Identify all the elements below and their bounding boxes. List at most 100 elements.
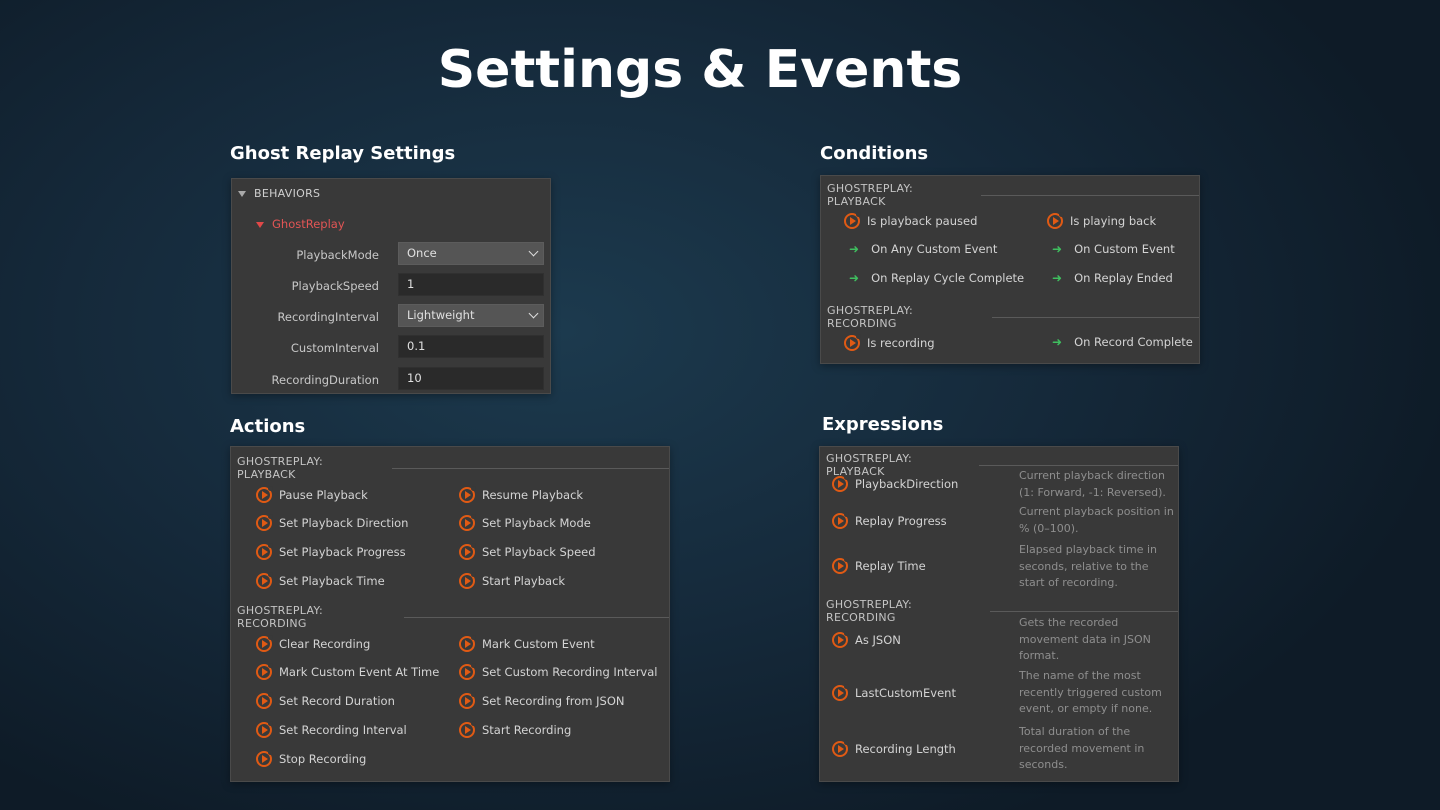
action-label: Set Playback Time	[279, 574, 385, 588]
group-heading-label: GHOSTREPLAY: RECORDING	[827, 304, 913, 330]
property-label: RecordingDuration	[271, 373, 379, 387]
action-item[interactable]: Pause Playback	[256, 486, 368, 503]
action-item[interactable]: Set Recording Interval	[256, 721, 407, 738]
group-heading-label: GHOSTREPLAY: PLAYBACK	[827, 182, 913, 208]
group-heading-label: GHOSTREPLAY: RECORDING	[826, 598, 912, 624]
replay-icon	[832, 512, 849, 529]
condition-item[interactable]: ➜ On Replay Ended	[1050, 271, 1173, 285]
playback-mode-select[interactable]: Once	[398, 242, 544, 265]
group-heading-label: GHOSTREPLAY: PLAYBACK	[826, 452, 912, 478]
action-label: Set Recording from JSON	[482, 694, 625, 708]
action-item[interactable]: Resume Playback	[459, 486, 583, 503]
settings-section-title: Ghost Replay Settings	[230, 143, 456, 164]
group-heading: GHOSTREPLAY: RECORDING	[827, 304, 1199, 330]
divider	[990, 610, 1178, 612]
condition-item[interactable]: ➜ On Custom Event	[1050, 242, 1175, 256]
replay-icon	[832, 684, 849, 701]
action-item[interactable]: Stop Recording	[256, 750, 367, 767]
trigger-arrow-icon: ➜	[1052, 335, 1063, 349]
replay-icon	[459, 543, 476, 560]
playback-speed-input[interactable]: 1	[398, 273, 544, 296]
replay-icon	[256, 750, 273, 767]
group-heading: GHOSTREPLAY: PLAYBACK	[827, 182, 1199, 208]
replay-icon	[844, 212, 861, 229]
action-item[interactable]: Set Record Duration	[256, 692, 395, 709]
select-value: Lightweight	[407, 308, 475, 322]
condition-label: On Replay Ended	[1074, 271, 1173, 285]
replay-icon	[256, 635, 273, 652]
action-label: Mark Custom Event At Time	[279, 665, 440, 679]
recording-interval-select[interactable]: Lightweight	[398, 304, 544, 327]
condition-item[interactable]: Is playing back	[1047, 212, 1156, 229]
expression-name: As JSON	[855, 633, 901, 647]
replay-icon	[832, 740, 849, 757]
condition-item[interactable]: ➜ On Record Complete	[1050, 335, 1193, 349]
property-label: PlaybackSpeed	[291, 279, 379, 293]
collapse-triangle-icon	[256, 221, 264, 228]
action-item[interactable]: Set Playback Speed	[459, 543, 596, 560]
behaviors-header[interactable]: BEHAVIORS	[238, 187, 320, 200]
replay-icon	[459, 692, 476, 709]
divider	[992, 316, 1199, 318]
divider	[979, 464, 1178, 466]
expression-name: Replay Progress	[855, 514, 947, 528]
condition-item[interactable]: ➜ On Any Custom Event	[847, 242, 997, 256]
behavior-ghostreplay-header[interactable]: GhostReplay	[256, 217, 345, 231]
replay-icon	[256, 692, 273, 709]
action-item[interactable]: Set Playback Mode	[459, 514, 591, 531]
trigger-arrow-icon: ➜	[849, 242, 860, 256]
replay-icon	[256, 663, 273, 680]
divider	[392, 467, 669, 469]
replay-icon	[256, 543, 273, 560]
replay-icon	[459, 486, 476, 503]
expression-item[interactable]: PlaybackDirection	[832, 475, 959, 492]
action-label: Set Custom Recording Interval	[482, 665, 658, 679]
settings-panel: BEHAVIORS GhostReplay PlaybackMode Once …	[231, 178, 551, 394]
expression-description: Current playback direction (1: Forward, …	[1019, 469, 1166, 499]
expression-description: Gets the recorded movement data in JSON …	[1019, 616, 1151, 662]
action-item[interactable]: Set Playback Direction	[256, 514, 408, 531]
custom-interval-input[interactable]: 0.1	[398, 335, 544, 358]
group-heading-label: GHOSTREPLAY: RECORDING	[237, 604, 323, 630]
condition-label: Is playback paused	[867, 214, 978, 228]
recording-duration-input[interactable]: 10	[398, 367, 544, 390]
action-item[interactable]: Clear Recording	[256, 635, 371, 652]
action-item[interactable]: Set Playback Time	[256, 572, 385, 589]
action-item[interactable]: Start Playback	[459, 572, 565, 589]
expression-item[interactable]: As JSON	[832, 631, 901, 648]
condition-label: On Any Custom Event	[871, 242, 998, 256]
expression-description: Elapsed playback time in seconds, relati…	[1019, 543, 1158, 589]
action-label: Set Record Duration	[279, 694, 395, 708]
expression-item[interactable]: Replay Progress	[832, 512, 947, 529]
replay-icon	[256, 486, 273, 503]
expression-description: The name of the most recently triggered …	[1019, 669, 1162, 715]
expression-name: Replay Time	[855, 559, 926, 573]
collapse-triangle-icon	[238, 191, 246, 197]
replay-icon	[459, 514, 476, 531]
divider	[403, 616, 669, 618]
page-title: Settings & Events	[437, 40, 963, 100]
expression-description: Total duration of the recorded movement …	[1019, 725, 1145, 771]
condition-label: On Custom Event	[1074, 242, 1175, 256]
action-label: Mark Custom Event	[482, 637, 595, 651]
action-label: Stop Recording	[279, 752, 367, 766]
expression-item[interactable]: Replay Time	[832, 557, 926, 574]
expression-item[interactable]: LastCustomEvent	[832, 684, 956, 701]
action-label: Set Playback Speed	[482, 545, 596, 559]
action-item[interactable]: Mark Custom Event	[459, 635, 595, 652]
action-item[interactable]: Start Recording	[459, 721, 571, 738]
condition-item[interactable]: ➜ On Replay Cycle Complete	[847, 271, 1024, 285]
action-item[interactable]: Set Custom Recording Interval	[459, 663, 658, 680]
group-heading-label: GHOSTREPLAY: PLAYBACK	[237, 455, 323, 481]
action-item[interactable]: Set Playback Progress	[256, 543, 406, 560]
select-value: Once	[407, 246, 437, 260]
expression-name: PlaybackDirection	[855, 477, 959, 491]
condition-label: Is recording	[867, 336, 935, 350]
action-item[interactable]: Set Recording from JSON	[459, 692, 625, 709]
action-label: Clear Recording	[279, 637, 371, 651]
trigger-arrow-icon: ➜	[1052, 242, 1063, 256]
expression-item[interactable]: Recording Length	[832, 740, 956, 757]
condition-item[interactable]: Is recording	[844, 334, 935, 351]
condition-item[interactable]: Is playback paused	[844, 212, 978, 229]
action-item[interactable]: Mark Custom Event At Time	[256, 663, 440, 680]
